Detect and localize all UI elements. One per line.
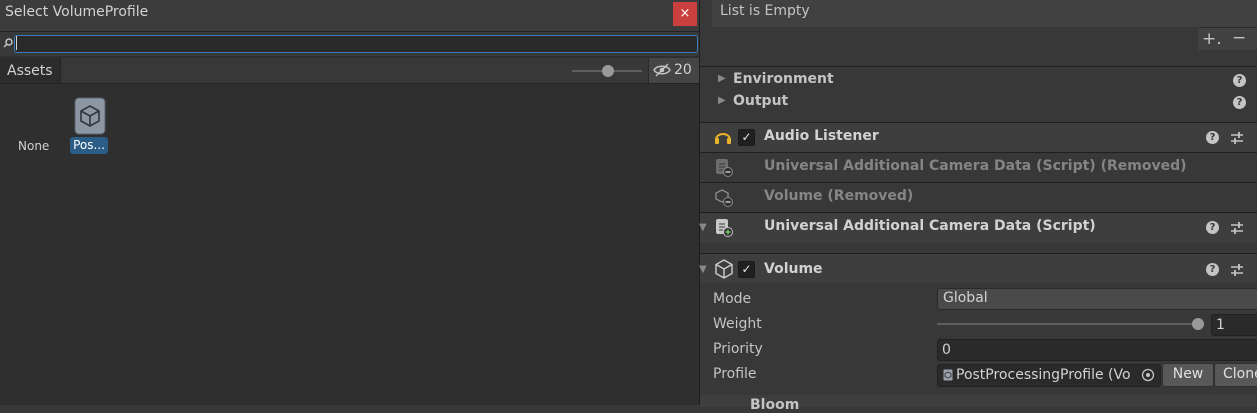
chevron-down-icon: ▼ [699, 264, 707, 275]
volume-removed-icon [715, 189, 733, 207]
chevron-down-icon: ▼ [699, 222, 707, 233]
object-picker-window: Select VolumeProfile × Assets 20 None Po… [0, 0, 700, 405]
weight-input[interactable]: 1 [1211, 314, 1257, 336]
enabled-checkbox[interactable]: ✓ [738, 129, 755, 146]
add-list-item-button[interactable]: +. [1202, 29, 1222, 49]
settings-sliders-icon[interactable] [1230, 131, 1244, 145]
foldout-label: Output [733, 93, 789, 109]
headphones-icon [715, 133, 731, 144]
mode-dropdown[interactable]: Global [937, 288, 1257, 310]
tab-assets-label: Assets [7, 63, 53, 79]
inspector-panel: List is Empty +. − ▶ Environment ? ▶ Out… [699, 0, 1257, 413]
foldout-label: Environment [733, 71, 834, 87]
volume-profile-icon [943, 369, 953, 381]
script-added-icon [716, 219, 733, 237]
settings-sliders-icon[interactable] [1230, 263, 1244, 277]
component-title: Bloom [750, 397, 800, 413]
zoom-slider-handle[interactable] [601, 65, 614, 77]
help-icon[interactable]: ? [1206, 131, 1219, 144]
volume-component-icon [715, 259, 733, 279]
component-title: Volume [764, 261, 823, 277]
component-title: Audio Listener [764, 128, 879, 144]
help-icon[interactable]: ? [1206, 263, 1219, 276]
component-title: Volume (Removed) [764, 188, 914, 204]
settings-sliders-icon[interactable] [1230, 221, 1244, 235]
help-icon[interactable]: ? [1233, 96, 1246, 109]
component-header-camera-data[interactable]: ▼ Universal Additional Camera Data (Scri… [699, 213, 1257, 242]
priority-label: Priority [713, 341, 763, 357]
list-footer-buttons: +. − [1198, 27, 1257, 50]
weight-value: 1 [1216, 317, 1225, 333]
component-header-bloom[interactable]: Bloom [700, 395, 1257, 413]
divider [700, 66, 1257, 67]
hidden-count: 20 [674, 62, 692, 78]
object-picker-icon[interactable] [1141, 368, 1155, 382]
weight-slider-handle[interactable] [1192, 318, 1204, 330]
asset-label-selected: Pos... [70, 137, 108, 154]
chevron-right-icon: ▶ [718, 95, 726, 106]
component-header-volume-removed: Volume (Removed) [700, 183, 1257, 212]
foldout-output[interactable]: ▶ Output ? [700, 91, 1257, 113]
volume-profile-icon [74, 97, 106, 135]
enabled-checkbox[interactable]: ✓ [738, 261, 755, 278]
component-header-camera-data-removed: Universal Additional Camera Data (Script… [700, 153, 1257, 182]
help-icon[interactable]: ? [1233, 74, 1246, 87]
chevron-right-icon: ▶ [718, 73, 726, 84]
help-icon[interactable]: ? [1206, 221, 1219, 234]
list-empty-label: List is Empty [720, 3, 810, 19]
script-removed-icon [716, 159, 733, 177]
text-caret [16, 36, 17, 50]
priority-input[interactable]: 0 [937, 339, 1257, 361]
search-icon [3, 38, 13, 48]
profile-label: Profile [713, 366, 757, 382]
foldout-environment[interactable]: ▶ Environment ? [700, 69, 1257, 91]
weight-slider[interactable] [937, 323, 1199, 325]
picker-titlebar[interactable]: Select VolumeProfile × [0, 0, 699, 32]
eye-slash-icon [653, 63, 671, 77]
search-bar [0, 32, 699, 56]
close-button[interactable]: × [673, 2, 697, 26]
profile-object-field[interactable]: PostProcessingProfile (Vo [937, 364, 1161, 387]
profile-value: PostProcessingProfile (Vo [956, 367, 1131, 383]
priority-value: 0 [942, 342, 951, 358]
mode-label: Mode [713, 291, 752, 307]
picker-title: Select VolumeProfile [5, 4, 149, 20]
weight-label: Weight [713, 316, 762, 332]
picker-tab-bar: Assets 20 [0, 58, 700, 84]
mode-value: Global [943, 290, 988, 306]
remove-list-item-button[interactable]: − [1232, 28, 1246, 48]
asset-label: None [18, 139, 50, 153]
search-input[interactable] [14, 35, 698, 53]
component-header-volume[interactable]: ▼ ✓ Volume ? [699, 254, 1257, 283]
tab-assets[interactable]: Assets [0, 58, 61, 83]
new-profile-button[interactable]: New [1162, 363, 1214, 387]
component-title: Universal Additional Camera Data (Script… [764, 218, 1096, 234]
empty-list-box: List is Empty [712, 0, 1257, 27]
component-title: Universal Additional Camera Data (Script… [764, 158, 1187, 174]
hidden-packages-toggle[interactable]: 20 [648, 58, 700, 83]
clone-profile-button[interactable]: Clone [1214, 363, 1257, 387]
component-header-audio-listener[interactable]: ✓ Audio Listener ? [700, 123, 1257, 152]
